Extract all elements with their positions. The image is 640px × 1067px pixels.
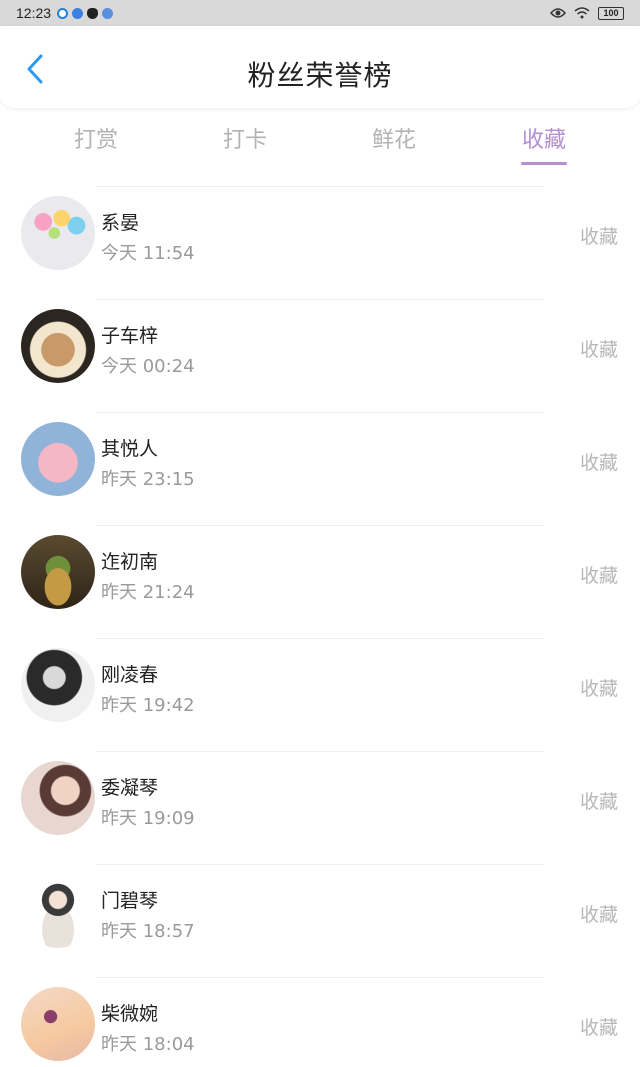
status-bar: 12:23 100	[0, 0, 640, 26]
page-title: 粉丝荣誉榜	[247, 59, 393, 92]
list-item[interactable]: 子车梓 今天 00:24 收藏	[0, 299, 640, 412]
fan-name: 刚凌春	[101, 664, 159, 686]
tab-reward[interactable]: 打赏	[51, 122, 141, 154]
tab-label: 鲜花	[371, 128, 416, 153]
avatar	[21, 761, 95, 835]
notification-icon	[102, 7, 114, 19]
favorite-label: 收藏	[579, 226, 618, 248]
favorite-label: 收藏	[579, 452, 618, 474]
favorite-label: 收藏	[579, 1017, 618, 1039]
list-item[interactable]: 系晏 今天 11:54 收藏	[0, 186, 640, 299]
list-item[interactable]: 柴微婉 昨天 18:04 收藏	[0, 977, 640, 1067]
list-item[interactable]: 门碧琴 昨天 18:57 收藏	[0, 864, 640, 977]
fan-time: 昨天 18:57	[101, 921, 195, 942]
fan-time: 昨天 18:04	[101, 1034, 195, 1055]
favorite-label: 收藏	[579, 791, 618, 813]
favorite-label: 收藏	[579, 904, 618, 926]
favorite-label: 收藏	[579, 678, 618, 700]
list-item[interactable]: 迮初南 昨天 21:24 收藏	[0, 525, 640, 638]
avatar	[21, 648, 95, 722]
fan-name: 门碧琴	[101, 890, 159, 912]
tab-bar: 打赏 打卡 鲜花 收藏	[0, 108, 640, 168]
fan-name: 其悦人	[101, 438, 159, 460]
tab-label: 收藏	[521, 128, 566, 153]
avatar	[21, 874, 95, 948]
favorite-label: 收藏	[579, 565, 618, 587]
list-item[interactable]: 其悦人 昨天 23:15 收藏	[0, 412, 640, 525]
avatar	[21, 987, 95, 1061]
fan-name: 委凝琴	[101, 777, 159, 799]
fan-name: 柴微婉	[101, 1003, 159, 1025]
list-item[interactable]: 委凝琴 昨天 19:09 收藏	[0, 751, 640, 864]
status-time: 12:23	[16, 5, 52, 21]
fan-time: 今天 00:24	[101, 356, 195, 377]
fan-time: 昨天 19:42	[101, 695, 195, 716]
fan-name: 子车梓	[101, 325, 159, 347]
list-item[interactable]: 刚凌春 昨天 19:42 收藏	[0, 638, 640, 751]
fan-name: 迮初南	[101, 551, 159, 573]
favorite-label: 收藏	[579, 339, 618, 361]
fan-list: 系晏 今天 11:54 收藏 子车梓 今天 00:24 收藏 其悦人 昨天 23…	[0, 186, 640, 1067]
avatar	[21, 422, 95, 496]
tab-underline	[521, 162, 567, 165]
title-bar: 粉丝荣誉榜	[0, 26, 640, 108]
avatar	[21, 309, 95, 383]
fan-time: 昨天 23:15	[101, 469, 195, 490]
eye-icon	[550, 8, 566, 18]
browser-icon	[57, 7, 69, 19]
app-icon	[72, 7, 84, 19]
battery-icon: 100	[598, 6, 624, 20]
tab-favorites[interactable]: 收藏	[499, 122, 589, 165]
avatar	[21, 535, 95, 609]
fan-name: 系晏	[101, 212, 140, 234]
fan-time: 昨天 19:09	[101, 808, 195, 829]
qq-icon	[87, 7, 99, 19]
wifi-icon	[574, 7, 590, 19]
tab-checkin[interactable]: 打卡	[200, 122, 290, 154]
avatar	[21, 196, 95, 270]
tab-label: 打卡	[222, 128, 267, 153]
tab-label: 打赏	[73, 128, 118, 153]
tab-flowers[interactable]: 鲜花	[349, 122, 439, 154]
fan-time: 今天 11:54	[101, 243, 195, 264]
fan-time: 昨天 21:24	[101, 582, 195, 603]
